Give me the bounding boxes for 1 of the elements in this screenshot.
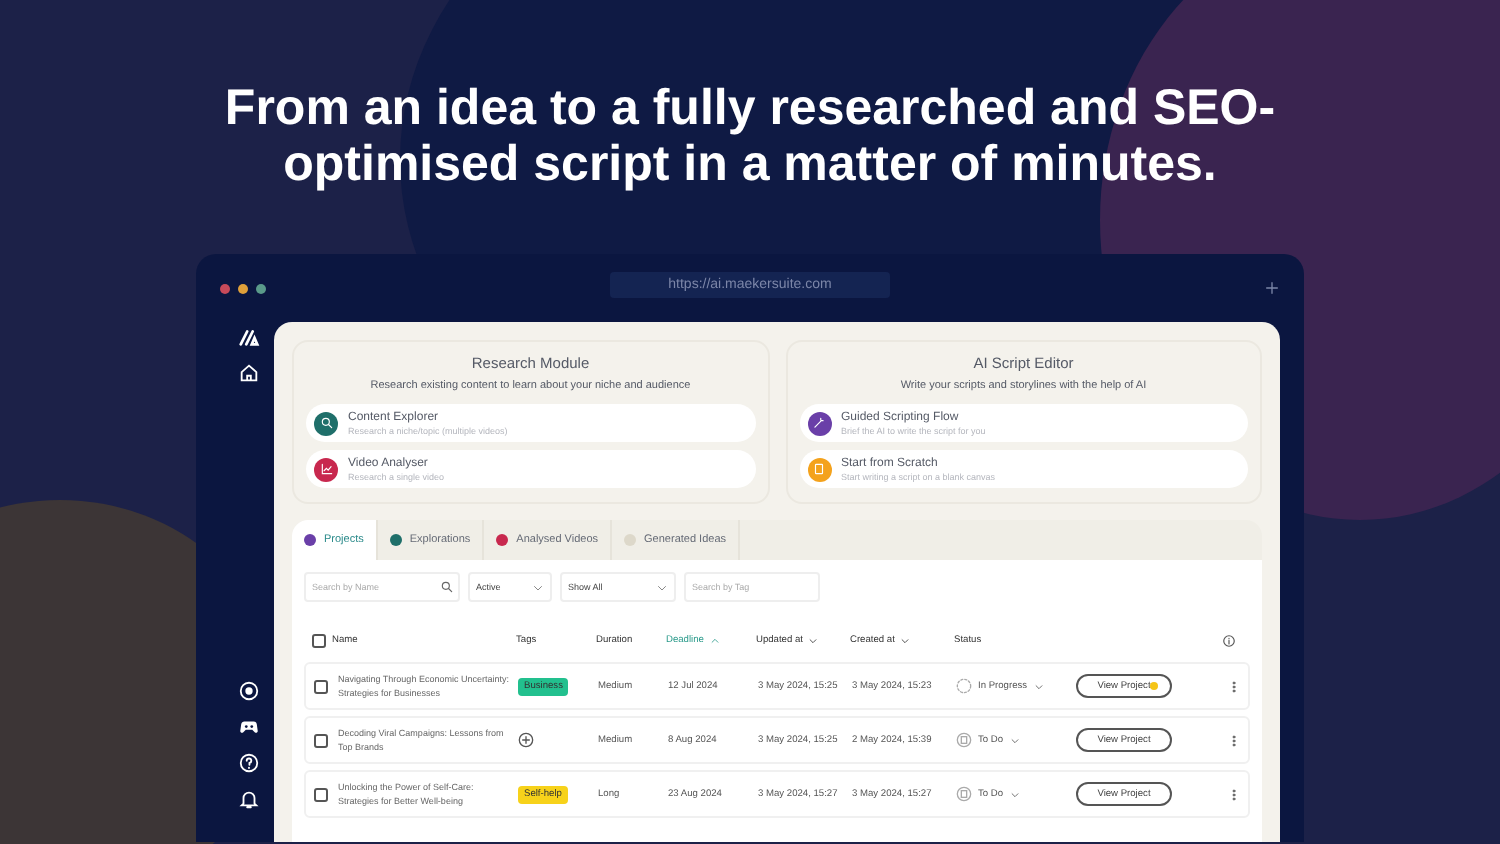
headline: From an idea to a fully researched and SEO-optimised script in a matter of minutes. — [222, 80, 1278, 192]
